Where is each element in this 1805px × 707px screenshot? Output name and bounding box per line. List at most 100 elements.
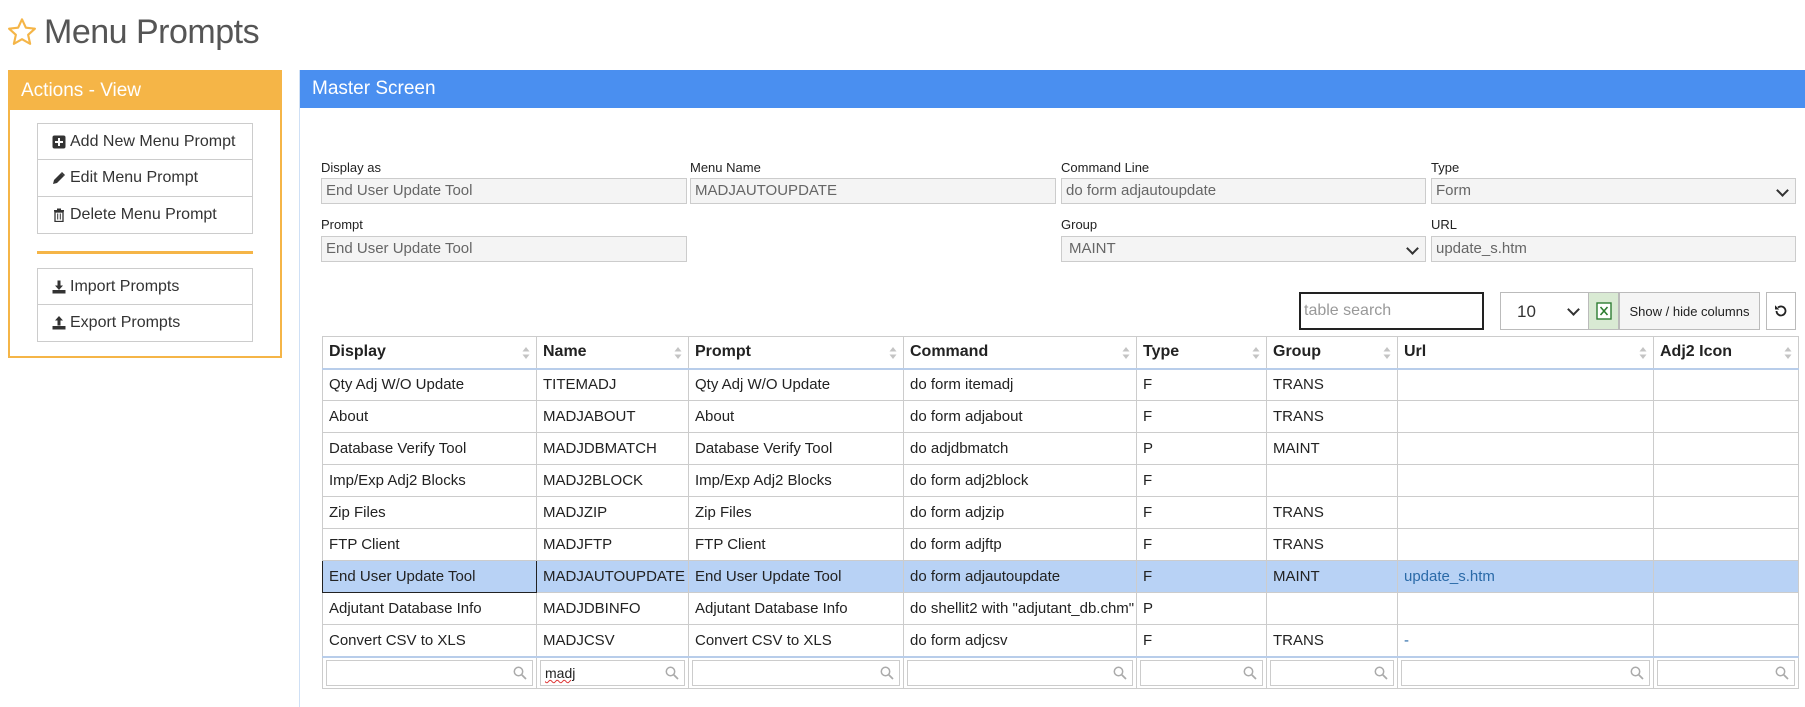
show-hide-columns-button[interactable]: Show / hide columns bbox=[1619, 292, 1760, 330]
export-prompts-button[interactable]: Export Prompts bbox=[37, 305, 253, 342]
filter-cell: madj bbox=[536, 655, 689, 689]
table-cell-command: do shellit2 with "adjutant_db.chm" bbox=[903, 592, 1137, 625]
import-prompts-button[interactable]: Import Prompts bbox=[37, 268, 253, 305]
table-cell-display: Imp/Exp Adj2 Blocks bbox=[322, 464, 537, 497]
table-cell-command: do form adj2block bbox=[903, 464, 1137, 497]
table-cell-url bbox=[1397, 464, 1654, 497]
command-line-field[interactable]: do form adjautoupdate bbox=[1061, 178, 1426, 204]
table-cell-group: TRANS bbox=[1266, 496, 1398, 529]
table-cell-type: F bbox=[1136, 368, 1267, 401]
table-row[interactable]: Convert CSV to XLS MADJCSV Convert CSV to … bbox=[322, 624, 1799, 657]
table-cell-adj2-icon bbox=[1653, 464, 1799, 497]
table-cell-command: do form adjautoupdate bbox=[903, 560, 1137, 593]
column-header-label: Prompt bbox=[695, 343, 751, 361]
table-cell-group: MAINT bbox=[1266, 560, 1398, 593]
table-search-input[interactable]: table search bbox=[1299, 292, 1484, 330]
column-header-label: Group bbox=[1273, 343, 1321, 361]
column-header-name[interactable]: Name bbox=[536, 336, 689, 370]
filter-input-adj2-icon[interactable] bbox=[1657, 659, 1795, 686]
table-cell-url bbox=[1397, 592, 1654, 625]
filter-cell bbox=[1397, 655, 1654, 689]
table-cell-name: TITEMADJ bbox=[536, 368, 689, 401]
column-header-label: Display bbox=[329, 343, 386, 361]
export-excel-button[interactable] bbox=[1588, 292, 1619, 330]
filter-input-prompt[interactable] bbox=[692, 659, 900, 686]
table-cell-type: P bbox=[1136, 592, 1267, 625]
page-header: Menu Prompts bbox=[6, 8, 260, 56]
sort-icon bbox=[674, 347, 682, 359]
menu-prompts-table: Display Name Prompt Command Type Group Url Adj2… bbox=[322, 336, 1799, 689]
display-as-field[interactable]: End User Update Tool bbox=[321, 178, 687, 204]
table-cell-prompt: Qty Adj W/O Update bbox=[688, 368, 904, 401]
table-row[interactable]: Qty Adj W/O Update TITEMADJ Qty Adj W/O Up… bbox=[322, 368, 1799, 401]
table-cell-group bbox=[1266, 464, 1398, 497]
sort-icon bbox=[522, 347, 530, 359]
column-header-display[interactable]: Display bbox=[322, 336, 537, 370]
filter-input-url[interactable] bbox=[1401, 659, 1650, 686]
filter-cell bbox=[1266, 655, 1398, 689]
table-cell-type: F bbox=[1136, 400, 1267, 433]
table-body: Qty Adj W/O Update TITEMADJ Qty Adj W/O Up… bbox=[322, 368, 1799, 689]
url-link[interactable]: - bbox=[1404, 632, 1409, 649]
menu-name-label: Menu Name bbox=[690, 160, 761, 175]
table-row[interactable]: Imp/Exp Adj2 Blocks MADJ2BLOCK Imp/Exp Adj… bbox=[322, 464, 1799, 497]
menu-name-field[interactable]: MADJAUTOUPDATE bbox=[690, 178, 1056, 204]
column-header-url[interactable]: Url bbox=[1397, 336, 1654, 370]
url-link[interactable]: update_s.htm bbox=[1404, 568, 1495, 585]
table-cell-display: Zip Files bbox=[322, 496, 537, 529]
star-icon[interactable] bbox=[6, 16, 38, 48]
table-row[interactable]: FTP Client MADJFTP FTP Client do form adjft… bbox=[322, 528, 1799, 561]
prompt-field[interactable]: End User Update Tool bbox=[321, 236, 687, 262]
filter-input-type[interactable] bbox=[1140, 659, 1263, 686]
filter-input-command[interactable] bbox=[907, 659, 1133, 686]
table-row[interactable]: Adjutant Database Info MADJDBINFO Adjutant… bbox=[322, 592, 1799, 625]
filter-cell bbox=[322, 655, 537, 689]
prompt-label: Prompt bbox=[321, 217, 363, 232]
table-cell-name: MADJDBINFO bbox=[536, 592, 689, 625]
filter-input-group[interactable] bbox=[1270, 659, 1394, 686]
table-cell-adj2-icon bbox=[1653, 368, 1799, 401]
filter-cell bbox=[1136, 655, 1267, 689]
table-cell-adj2-icon bbox=[1653, 400, 1799, 433]
filter-input-name[interactable]: madj bbox=[540, 659, 685, 686]
table-cell-display: Convert CSV to XLS bbox=[322, 624, 537, 657]
column-header-type[interactable]: Type bbox=[1136, 336, 1267, 370]
add-menu-prompt-label: Add New Menu Prompt bbox=[70, 132, 236, 150]
actions-divider bbox=[37, 251, 253, 254]
delete-menu-prompt-button[interactable]: Delete Menu Prompt bbox=[37, 197, 253, 234]
table-cell-group: MAINT bbox=[1266, 432, 1398, 465]
page-size-select[interactable]: 10 bbox=[1500, 292, 1589, 330]
table-row[interactable]: Zip Files MADJZIP Zip Files do form adjzip F… bbox=[322, 496, 1799, 529]
sort-icon bbox=[1639, 347, 1647, 359]
column-header-label: Type bbox=[1143, 343, 1180, 361]
column-header-group[interactable]: Group bbox=[1266, 336, 1398, 370]
table-row[interactable]: Database Verify Tool MADJDBMATCH Database … bbox=[322, 432, 1799, 465]
filter-input-display[interactable] bbox=[326, 659, 533, 686]
table-row[interactable]: End User Update Tool MADJAUTOUPDATE End Us… bbox=[322, 560, 1799, 593]
edit-menu-prompt-button[interactable]: Edit Menu Prompt bbox=[37, 160, 253, 197]
url-field[interactable]: update_s.htm bbox=[1431, 236, 1796, 262]
sort-icon bbox=[1784, 347, 1792, 359]
table-cell-prompt: Zip Files bbox=[688, 496, 904, 529]
table-cell-url bbox=[1397, 368, 1654, 401]
table-cell-name: MADJAUTOUPDATE bbox=[536, 560, 689, 593]
table-row[interactable]: About MADJABOUT About do form adjabout F TRAN… bbox=[322, 400, 1799, 433]
type-select[interactable]: Form bbox=[1431, 178, 1796, 204]
table-cell-display: About bbox=[322, 400, 537, 433]
search-icon bbox=[1630, 666, 1644, 680]
table-cell-type: F bbox=[1136, 560, 1267, 593]
table-cell-command: do form adjabout bbox=[903, 400, 1137, 433]
add-menu-prompt-button[interactable]: Add New Menu Prompt bbox=[37, 123, 253, 160]
column-header-prompt[interactable]: Prompt bbox=[688, 336, 904, 370]
search-icon bbox=[513, 666, 527, 680]
refresh-button[interactable] bbox=[1766, 292, 1796, 330]
table-cell-prompt: Convert CSV to XLS bbox=[688, 624, 904, 657]
table-cell-name: MADJ2BLOCK bbox=[536, 464, 689, 497]
actions-panel-title: Actions - View bbox=[10, 72, 280, 110]
table-cell-adj2-icon bbox=[1653, 592, 1799, 625]
column-header-command[interactable]: Command bbox=[903, 336, 1137, 370]
column-header-adj2-icon[interactable]: Adj2 Icon bbox=[1653, 336, 1799, 370]
group-select[interactable]: MAINT bbox=[1061, 236, 1426, 262]
table-cell-group: TRANS bbox=[1266, 624, 1398, 657]
table-cell-display: Database Verify Tool bbox=[322, 432, 537, 465]
